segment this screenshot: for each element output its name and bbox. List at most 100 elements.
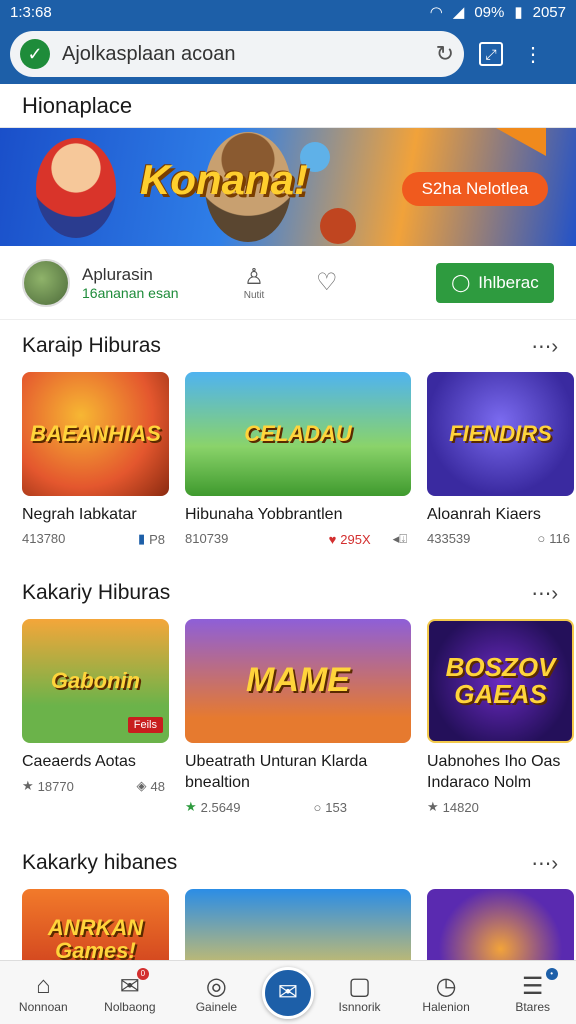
game-card[interactable]: FIENDIRS Aloanrah Kiaers 433539 ○ 116 [427, 372, 574, 547]
downloads-count: 433539 [427, 531, 471, 546]
list-icon: ☰ [521, 972, 544, 1000]
follow-label: Ihlberac [478, 272, 539, 292]
share-icon: ◂⍗ [392, 531, 407, 546]
banner-button[interactable]: S2ha Nelotlea [402, 172, 548, 206]
nav-label: Isnnorik [338, 999, 381, 1014]
nav-library[interactable]: ▢ Isnnorik [319, 972, 401, 1014]
rating: 116 [549, 531, 570, 546]
nutit-action[interactable]: ♙ Nutit [224, 264, 284, 301]
rating: 295X [340, 531, 371, 547]
developer-row: Aplurasin 16ananan esan ♙ Nutit ♡ ◯ Ihlb… [0, 246, 576, 320]
more-arrow-icon[interactable]: ⋯› [531, 334, 558, 359]
thumbnail-text: MAME [246, 661, 350, 700]
nav-label: Nonnoan [18, 999, 68, 1014]
chat-icon: ◯ [451, 272, 471, 292]
banner-title: Konana! [140, 156, 308, 203]
game-card[interactable]: Gabonin Feils Caeaerds Aotas ★ 18770 ◈ 48 [22, 619, 169, 815]
bottom-nav: ⌂ Nonnoan ✉ 0 Nolbaong ◎ Gainele ✉ ▢ Isnnorik… [0, 960, 576, 1024]
nav-history[interactable]: ◷ Halenion [405, 972, 487, 1014]
section-title: Kakarky hibanes [22, 851, 178, 874]
downloads-count: 18770 [37, 778, 74, 794]
thumbnail-text: FIENDIRS [449, 421, 552, 447]
url-text[interactable]: Ajolkasplaan acoan [62, 43, 424, 66]
wifi-icon: ◠ [429, 4, 443, 21]
downloads-count: 2.5649 [200, 799, 241, 815]
battery-icon: ▮ [514, 4, 523, 21]
nav-menu[interactable]: ☰ • Btares [492, 967, 574, 1014]
tabs-icon[interactable]: ⤢ [476, 39, 506, 69]
game-card[interactable]: BAEANHIAS Negrah Iabkatar 413780 ▮ P8 [22, 372, 169, 547]
rating: P8 [149, 531, 165, 547]
downloads-count: 14820 [442, 799, 479, 815]
game-title[interactable]: Ubeatrath Unturan Klarda bnealtion [185, 751, 411, 793]
menu-icon[interactable]: ⋮ [518, 39, 548, 69]
rating: 153 [325, 799, 347, 815]
game-title[interactable]: Hibunaha Yobbrantlen [185, 504, 411, 525]
status-bar: 1:3:68 ◠ ◢ 09% ▮ 2057 [0, 0, 576, 24]
promo-banner[interactable]: Konana! S2ha Nelotlea [0, 128, 576, 246]
site-icon: ✓ [20, 39, 50, 69]
nav-label: Halenion [422, 999, 470, 1014]
game-thumbnail[interactable]: BAEANHIAS [22, 372, 169, 496]
clock-icon: ○ [313, 799, 322, 815]
signal-icon: ◢ [452, 4, 465, 21]
nutit-label: Nutit [243, 290, 265, 301]
nav-notifications[interactable]: ✉ 0 Nolbaong [89, 967, 171, 1014]
game-card[interactable]: CELADAU Hibunaha Yobbrantlen 810739 ♥ 295X… [185, 372, 411, 547]
url-field[interactable]: ✓ Ajolkasplaan acoan ↻ [10, 31, 464, 77]
nav-home[interactable]: ⌂ Nonnoan [2, 972, 84, 1014]
game-thumbnail[interactable]: FIENDIRS [427, 372, 574, 496]
more-arrow-icon[interactable]: ⋯› [531, 851, 558, 876]
home-icon: ⌂ [36, 971, 51, 999]
game-card[interactable]: BOSZOV GAEAS Uabnohes Iho Oas Indaraco N… [427, 619, 574, 815]
status-time: 1:3:68 [10, 3, 52, 21]
clock-icon: ○ [537, 531, 546, 546]
game-thumbnail[interactable]: MAME [185, 619, 411, 743]
downloads-count: 810739 [185, 531, 229, 546]
reload-icon[interactable]: ↻ [436, 41, 454, 67]
game-title[interactable]: Aloanrah Kiaers [427, 504, 574, 525]
nav-label: Nolbaong [104, 999, 156, 1014]
battery-percent: 09% [474, 3, 505, 21]
nav-label: Btares [515, 999, 550, 1014]
rating: 48 [150, 778, 165, 794]
creature [320, 208, 356, 244]
thumbnail-text: CELADAU [244, 421, 352, 447]
status-clock: 2057 [532, 3, 566, 21]
nav-games[interactable]: ◎ Gainele [175, 972, 257, 1014]
character-left [36, 138, 116, 238]
developer-subtitle: 16ananan esan [82, 284, 179, 301]
game-card[interactable]: MAME Ubeatrath Unturan Klarda bnealtion … [185, 619, 411, 815]
envelope-icon: ✉ [277, 979, 299, 1006]
thumbnail-text: BOSZOV GAEAS [445, 651, 556, 709]
section-title: Karaip Hiburas [22, 334, 161, 357]
browser-toolbar: ✓ Ajolkasplaan acoan ↻ ⤢ ⋮ [0, 24, 576, 84]
game-title[interactable]: Negrah Iabkatar [22, 504, 169, 525]
star-icon: ★ [427, 799, 439, 814]
heart-fill-icon: ♥ [328, 531, 337, 547]
game-thumbnail[interactable]: CELADAU [185, 372, 411, 496]
avatar[interactable] [22, 258, 70, 307]
game-title[interactable]: Caeaerds Aotas [22, 751, 169, 772]
nav-center-button[interactable]: ✉ [261, 966, 314, 1019]
gem-icon: ◈ [136, 778, 147, 793]
section-title: Kakariy Hiburas [22, 581, 171, 604]
compass-icon: ◎ [205, 972, 227, 1000]
star-icon: ★ [185, 799, 197, 814]
thumbnail-text: BAEANHIAS [30, 421, 161, 447]
star-icon: ★ [22, 778, 34, 793]
thumbnail-badge: Feils [127, 717, 163, 733]
developer-name[interactable]: Aplurasin [82, 265, 212, 285]
more-arrow-icon[interactable]: ⋯› [531, 581, 558, 606]
heart-icon[interactable]: ♡ [316, 268, 338, 297]
clock-icon: ◷ [435, 972, 457, 1000]
game-thumbnail[interactable]: Gabonin Feils [22, 619, 169, 743]
notification-dot: 0 [136, 967, 149, 980]
person-icon: ♙ [244, 264, 264, 289]
thumbnail-text: Gabonin [50, 668, 141, 694]
section-2: Kakariy Hiburas ⋯› Gabonin Feils Caeaerd… [0, 567, 576, 815]
page-title: Hionaplace [0, 84, 576, 128]
follow-button[interactable]: ◯ Ihlberac [436, 262, 554, 303]
game-title[interactable]: Uabnohes Iho Oas Indaraco Nolm [427, 751, 574, 793]
game-thumbnail[interactable]: BOSZOV GAEAS [427, 619, 574, 743]
